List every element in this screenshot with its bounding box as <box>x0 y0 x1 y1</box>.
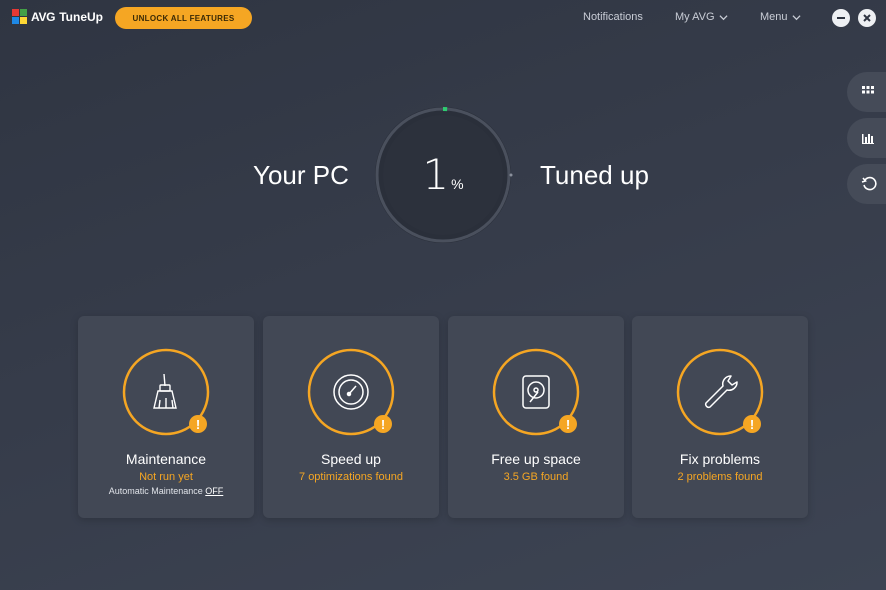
stats-button[interactable] <box>847 118 886 158</box>
free-up-space-ring: ! <box>492 348 580 436</box>
stats-chart-icon <box>862 134 874 144</box>
brand-name: AVG <box>31 10 56 24</box>
menu-label: Menu <box>760 11 788 23</box>
free-up-space-card[interactable]: ! Free up space 3.5 GB found <box>448 316 624 518</box>
chevron-down-icon <box>718 14 728 20</box>
card-title: Speed up <box>321 451 381 467</box>
warning-badge-icon: ! <box>189 415 207 433</box>
speed-up-ring: ! <box>307 348 395 436</box>
avg-logo-icon <box>12 9 28 25</box>
automatic-maintenance-toggle[interactable]: OFF <box>205 486 223 496</box>
chevron-down-icon <box>791 14 801 20</box>
notifications-link[interactable]: Notifications <box>583 11 643 23</box>
close-button[interactable] <box>858 9 876 27</box>
hero-label-right: Tuned up <box>540 160 649 190</box>
wrench-icon <box>704 375 738 409</box>
menu-dropdown[interactable]: Menu <box>760 11 801 23</box>
note-label: Automatic Maintenance <box>108 486 206 496</box>
apps-grid-icon <box>862 86 874 94</box>
title-bar: AVG TuneUp UNLOCK ALL FEATURES Notificat… <box>0 0 886 36</box>
undo-icon <box>861 176 877 191</box>
card-status: Not run yet <box>139 471 193 483</box>
speedometer-icon <box>333 374 369 410</box>
card-status: 7 optimizations found <box>299 471 403 483</box>
card-status: 3.5 GB found <box>503 471 569 483</box>
broom-icon <box>153 373 177 409</box>
warning-badge-icon: ! <box>374 415 392 433</box>
close-icon <box>863 14 871 22</box>
tuneup-percent: 1 <box>422 150 450 199</box>
my-avg-menu[interactable]: My AVG <box>675 11 728 23</box>
maintenance-ring: ! <box>122 348 210 436</box>
speed-up-card[interactable]: ! Speed up 7 optimizations found <box>263 316 439 518</box>
card-status: 2 problems found <box>677 471 763 483</box>
gauge-value: 1% <box>373 150 513 199</box>
fix-problems-card[interactable]: ! Fix problems 2 problems found <box>632 316 808 518</box>
svg-text:!: ! <box>566 417 570 432</box>
fix-problems-ring: ! <box>676 348 764 436</box>
automatic-maintenance-note: Automatic Maintenance OFF <box>78 486 254 496</box>
notifications-label: Notifications <box>583 11 643 23</box>
svg-text:!: ! <box>381 417 385 432</box>
product-name: TuneUp <box>59 10 103 24</box>
hero-label-left: Your PC <box>253 160 349 190</box>
card-title: Fix problems <box>679 451 761 467</box>
svg-text:!: ! <box>196 417 200 432</box>
minimize-button[interactable] <box>832 9 850 27</box>
apps-grid-button[interactable] <box>847 72 886 112</box>
minimize-icon <box>837 17 845 19</box>
unlock-all-features-button[interactable]: UNLOCK ALL FEATURES <box>115 7 252 29</box>
warning-badge-icon: ! <box>743 415 761 433</box>
my-avg-label: My AVG <box>675 11 715 23</box>
hard-disk-icon <box>522 375 550 409</box>
percent-unit: % <box>451 176 464 192</box>
undo-button[interactable] <box>847 164 886 204</box>
card-title: Free up space <box>491 451 581 467</box>
app-logo: AVG TuneUp <box>12 9 103 25</box>
card-title: Maintenance <box>125 451 207 467</box>
maintenance-card[interactable]: ! Maintenance Not run yet Automatic Main… <box>78 316 254 518</box>
warning-badge-icon: ! <box>559 415 577 433</box>
svg-text:!: ! <box>750 417 754 432</box>
